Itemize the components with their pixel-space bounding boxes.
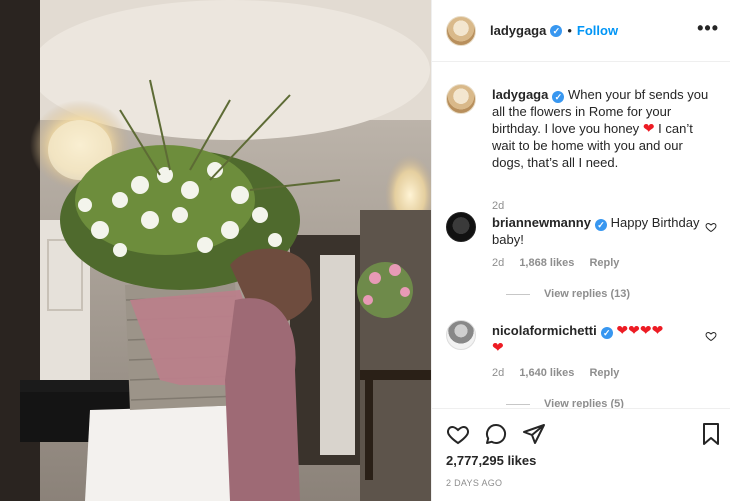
bookmark-icon[interactable] — [699, 422, 723, 446]
verified-badge-icon: ✓ — [594, 219, 607, 231]
caption-time: 2d — [492, 200, 505, 212]
heart-outline-icon[interactable] — [446, 422, 470, 446]
comment-meta: 2d 1,868 likes Reply — [492, 257, 631, 269]
comment-text: nicolaformichetti ✓ ❤❤❤❤ ❤ — [492, 322, 714, 356]
post-details-panel: ladygaga ✓ • Follow ••• ladygaga ✓ When y… — [431, 0, 730, 501]
comment-meta: 2d 1,640 likes Reply — [492, 367, 631, 379]
comment-time: 2d — [492, 257, 505, 269]
post-timestamp[interactable]: 2 DAYS AGO — [446, 478, 502, 488]
verified-badge-icon: ✓ — [600, 327, 613, 339]
view-replies-button[interactable]: View replies (5) — [506, 398, 624, 408]
comment-username[interactable]: nicolaformichetti — [492, 323, 597, 338]
heart-emoji-icon: ❤ — [642, 120, 655, 136]
paper-plane-icon[interactable] — [522, 422, 546, 446]
commenter-avatar[interactable] — [446, 212, 476, 242]
heart-emoji-icon: ❤❤❤❤ — [616, 322, 664, 338]
author-avatar[interactable] — [446, 15, 476, 46]
view-replies-button[interactable]: View replies (13) — [506, 288, 630, 300]
follow-button[interactable]: Follow — [577, 23, 618, 38]
verified-badge-icon: ✓ — [552, 91, 565, 103]
reply-button[interactable]: Reply — [589, 367, 619, 379]
post-actions: 2,777,295 likes 2 DAYS AGO — [432, 408, 730, 501]
comment-icon[interactable] — [484, 422, 508, 446]
post-header: ladygaga ✓ • Follow ••• — [432, 0, 730, 62]
caption-username[interactable]: ladygaga — [492, 87, 548, 102]
comment-username[interactable]: briannewmanny — [492, 215, 591, 230]
heart-emoji-icon: ❤ — [492, 339, 504, 355]
action-icons — [446, 422, 546, 446]
caption-meta: 2d — [492, 200, 516, 212]
like-count[interactable]: 2,777,295 likes — [446, 453, 536, 468]
comment-text: briannewmanny ✓ Happy Birthday baby! — [492, 214, 714, 248]
comment-like-icon[interactable] — [705, 221, 717, 233]
comment-time: 2d — [492, 367, 505, 379]
caption-text: ladygaga ✓ When your bf sends you all the… — [492, 86, 714, 171]
comments-section[interactable]: ladygaga ✓ When your bf sends you all the… — [432, 62, 730, 408]
comment-likes[interactable]: 1,868 likes — [519, 257, 574, 269]
reply-button[interactable]: Reply — [589, 257, 619, 269]
verified-badge-icon: ✓ — [550, 24, 563, 37]
author-username[interactable]: ladygaga — [490, 23, 546, 38]
comment-likes[interactable]: 1,640 likes — [519, 367, 574, 379]
post-photo[interactable] — [0, 0, 431, 501]
commenter-avatar[interactable] — [446, 320, 476, 350]
comment-like-icon[interactable] — [705, 330, 717, 342]
header-separator: • — [567, 23, 572, 38]
post-image — [0, 0, 431, 501]
caption-avatar[interactable] — [446, 84, 476, 114]
more-options-icon[interactable]: ••• — [697, 19, 719, 37]
